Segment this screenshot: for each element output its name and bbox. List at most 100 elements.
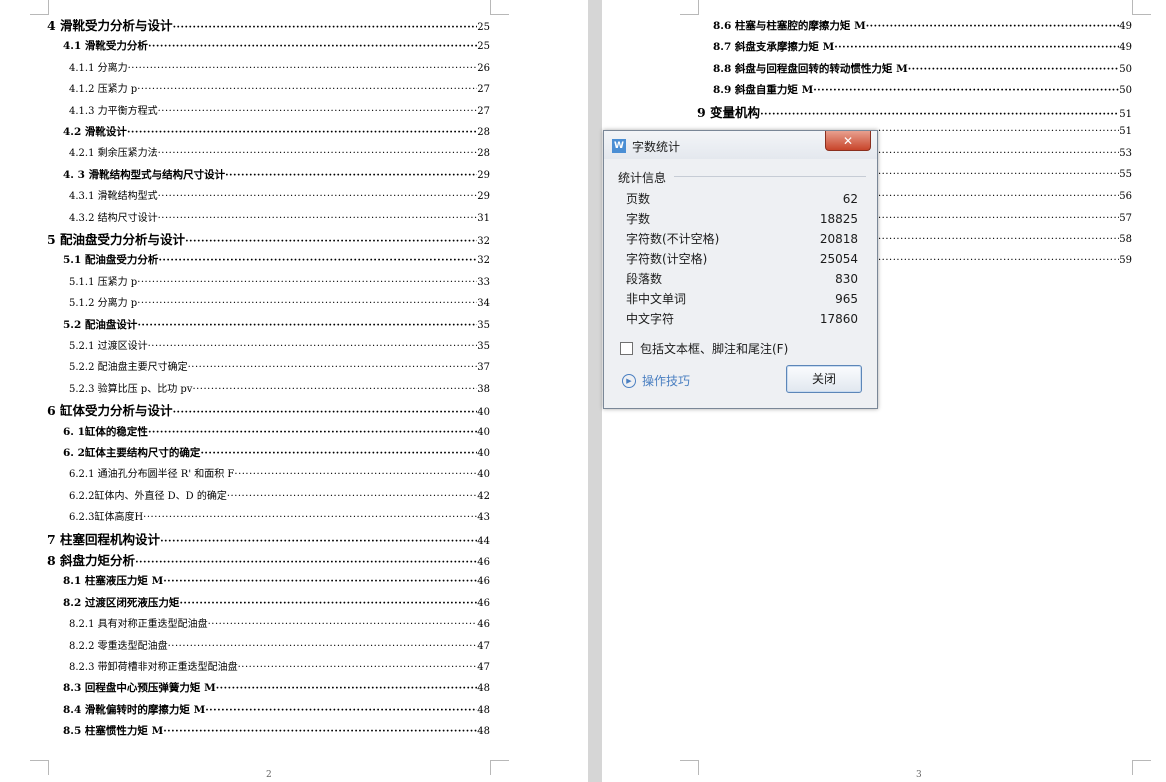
toc-entry[interactable]: 4.1.2 压紧力 p 27 [69, 79, 490, 100]
stat-label: 段落数 [626, 272, 663, 286]
toc-entry-page: 25 [477, 22, 490, 33]
toc-entry-covered[interactable]: 57 [878, 208, 1132, 229]
toc-entry-page: 49 [1119, 42, 1132, 54]
toc-entry-title: 8.8 斜盘与回程盘回转的转动惯性力矩 M [713, 62, 908, 75]
toc-entry[interactable]: 6. 2缸体主要结构尺寸的确定 40 [63, 443, 490, 464]
toc-entry-page: 48 [477, 704, 490, 716]
toc-entry[interactable]: 5.2.2 配油盘主要尺寸确定 37 [69, 357, 490, 378]
tips-label: 操作技巧 [642, 374, 691, 388]
toc-entry[interactable]: 6.2.1 通油孔分布圆半径 R' 和面积 F 40 [69, 464, 490, 485]
toc-entry[interactable]: 6 缸体受力分析与设计 40 [47, 400, 490, 421]
toc-entry[interactable]: 6. 1缸体的稳定性 40 [63, 422, 490, 443]
toc-leader-dots [137, 272, 477, 293]
toc-entry-page: 46 [477, 619, 490, 631]
toc-leader-dots [834, 37, 1119, 58]
toc-entry-covered[interactable]: 53 [878, 143, 1132, 164]
toc-entry-title: 4 滑靴受力分析与设计 [47, 18, 173, 33]
toc-entry[interactable]: 5.2.1 过渡区设计 35 [69, 336, 490, 357]
toc-entry[interactable]: 8.2 过渡区闭死液压力矩 46 [63, 593, 490, 614]
toc-leader-dots [158, 101, 478, 122]
toc-entry-covered[interactable]: 55 [878, 164, 1132, 185]
toc-entry[interactable]: 4.3.1 滑靴结构型式 29 [69, 186, 490, 207]
close-icon[interactable]: ✕ [825, 131, 871, 151]
toc-leader-dots [185, 231, 477, 252]
group-divider [674, 176, 866, 177]
toc-entry-title: 4.1.2 压紧力 p [69, 84, 138, 96]
stat-row: 非中文单词 965 [626, 289, 858, 309]
toc-leader-dots [878, 250, 1119, 271]
toc-entry-page: 29 [477, 191, 490, 203]
toc-leader-dots [878, 164, 1119, 185]
toc-entry[interactable]: 5 配油盘受力分析与设计 32 [47, 229, 490, 250]
stat-value: 830 [835, 272, 858, 286]
toc-entry-title: 4.1 滑靴受力分析 [63, 40, 148, 53]
toc-entry[interactable]: 4.2 滑靴设计 28 [63, 122, 490, 143]
toc-entry[interactable]: 8.8 斜盘与回程盘回转的转动惯性力矩 M 50 [713, 59, 1132, 80]
toc-entry[interactable]: 4.1.1 分离力 26 [69, 58, 490, 79]
toc-entry[interactable]: 8.7 斜盘支承摩擦力矩 M 49 [713, 37, 1132, 58]
toc-entry-covered[interactable]: 58 [878, 229, 1132, 250]
close-button[interactable]: 关闭 [786, 365, 862, 393]
toc-entry-title: 7 柱塞回程机构设计 [47, 531, 161, 547]
toc-entry-page: 47 [477, 662, 490, 673]
toc-entry[interactable]: 7 柱塞回程机构设计 44 [47, 529, 490, 550]
toc-entry-title: 8.2.2 零重迭型配油盘 [69, 640, 168, 652]
toc-entry-title: 8.3 回程盘中心预压弹簧力矩 M [63, 682, 216, 695]
toc-leader-dots [143, 507, 477, 528]
toc-entry[interactable]: 8.5 柱塞惯性力矩 M 48 [63, 721, 490, 742]
crop-mark [680, 760, 699, 775]
toc-leader-dots [234, 464, 477, 485]
stat-row: 字数 18825 [626, 209, 858, 229]
toc-entry-page: 46 [477, 576, 490, 588]
toc-entry[interactable]: 8.2.3 带卸荷槽非对称正重迭型配油盘 47 [69, 657, 490, 678]
toc-entry[interactable]: 8.3 回程盘中心预压弹簧力矩 M 48 [63, 678, 490, 699]
toc-entry[interactable]: 5.2 配油盘设计 35 [63, 315, 490, 336]
tips-link[interactable]: ▶ 操作技巧 [622, 372, 690, 389]
toc-entry-page: 32 [477, 255, 490, 267]
toc-entry[interactable]: 4.3.2 结构尺寸设计 31 [69, 208, 490, 229]
toc-entry-title: 4.3.1 滑靴结构型式 [69, 191, 158, 203]
toc-entry-page: 31 [477, 212, 490, 224]
toc-entry[interactable]: 8.2.2 零重迭型配油盘 47 [69, 636, 490, 657]
toc-entry[interactable]: 4.2.1 剩余压紧力法 28 [69, 143, 490, 164]
toc-entry-page: 26 [477, 62, 490, 74]
include-textbox-footnote-checkbox[interactable] [620, 342, 633, 355]
toc-entry[interactable]: 4.1.3 力平衡方程式 27 [69, 101, 490, 122]
dialog-titlebar[interactable]: W 字数统计 ✕ [604, 131, 877, 159]
stat-label: 页数 [626, 192, 651, 206]
toc-entry[interactable]: 5.1 配油盘受力分析 32 [63, 250, 490, 271]
toc-entry[interactable]: 9 变量机构51 [697, 102, 1132, 123]
include-textbox-footnote-checkbox-row[interactable]: 包括文本框、脚注和尾注(F) [620, 340, 788, 357]
toc-entry-covered[interactable]: 59 [878, 250, 1132, 271]
page-number-right: 3 [916, 770, 922, 780]
toc-entry-covered[interactable]: 51 [878, 121, 1132, 142]
toc-entry-title: 4.1.3 力平衡方程式 [69, 105, 158, 117]
toc-entry[interactable]: 5.1.2 分离力 p 34 [69, 293, 490, 314]
toc-entry-page: 28 [477, 148, 490, 160]
toc-entry-covered[interactable]: 56 [878, 186, 1132, 207]
toc-entry[interactable]: 6.2.3缸体高度H 43 [69, 507, 490, 528]
toc-entry[interactable]: 8.9 斜盘自重力矩 M 50 [713, 80, 1132, 101]
stat-value: 62 [842, 192, 858, 206]
toc-entry[interactable]: 6.2.2缸体内、外直径 D、D 的确定 42 [69, 486, 490, 507]
toc-entry-title: 6.2.1 通油孔分布圆半径 R' 和面积 F [69, 469, 235, 481]
stats-group-label: 统计信息 [618, 171, 667, 185]
toc-entry[interactable]: 4.1 滑靴受力分析 25 [63, 36, 490, 57]
toc-entry[interactable]: 8 斜盘力矩分析 46 [47, 550, 490, 571]
toc-entry[interactable]: 8.1 柱塞液压力矩 M 46 [63, 571, 490, 592]
toc-leader-dots [160, 531, 477, 552]
toc-entry-page: 55 [1119, 169, 1132, 180]
stat-value: 25054 [819, 252, 858, 266]
toc-entry[interactable]: 5.2.3 验算比压 p、比功 pv 38 [69, 379, 490, 400]
toc-entry[interactable]: 8.6 柱塞与柱塞腔的摩擦力矩 M 49 [713, 16, 1132, 37]
toc-entry[interactable]: 8.4 滑靴偏转时的摩擦力矩 M 48 [63, 700, 490, 721]
toc-leader-dots [173, 17, 478, 38]
toc-entry[interactable]: 4 滑靴受力分析与设计 25 [47, 15, 490, 36]
toc-entry[interactable]: 4. 3 滑靴结构型式与结构尺寸设计 29 [63, 165, 490, 186]
toc-entry-title: 8.4 滑靴偏转时的摩擦力矩 M [63, 703, 206, 716]
toc-leader-dots [148, 36, 477, 57]
toc-entry[interactable]: 8.2.1 具有对称正重迭型配油盘 46 [69, 614, 490, 635]
toc-entry[interactable]: 5.1.1 压紧力 p 33 [69, 272, 490, 293]
toc-leader-dots [908, 59, 1120, 80]
toc-leader-dots [158, 250, 477, 271]
